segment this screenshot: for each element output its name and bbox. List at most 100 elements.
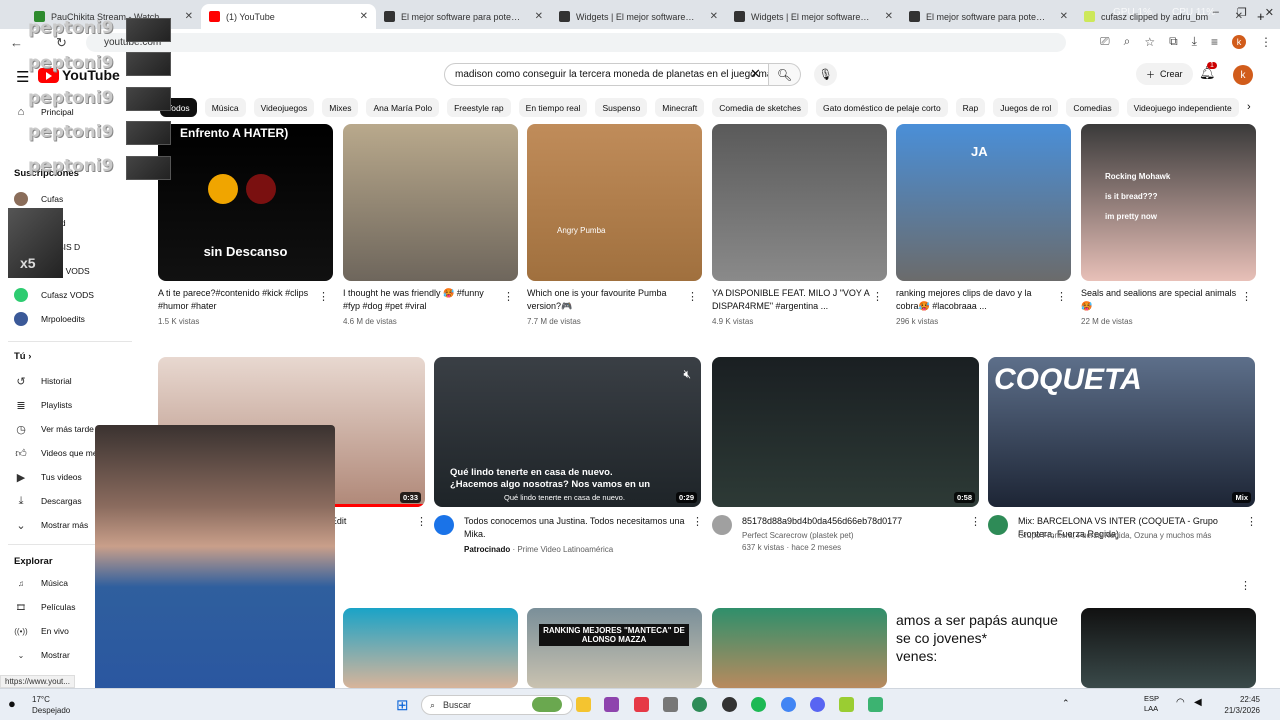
filter-chip[interactable]: Comedias [1066,98,1119,117]
create-button[interactable]: ＋ Crear [1136,63,1193,85]
browser-tab[interactable]: Widgets | El mejor software pa ✕ [551,4,726,29]
short-title[interactable]: ranking mejores clips de davo y la cobra… [896,287,1054,312]
filter-chip[interactable]: Ana María Polo [366,98,440,117]
more-options-icon[interactable]: ⋮ [1246,515,1257,528]
short-thumbnail[interactable] [343,124,518,281]
app-icon[interactable] [868,697,883,712]
filter-chip[interactable]: Freestyle rap [447,98,511,117]
app-icon[interactable] [663,697,678,712]
volume-icon[interactable]: ◀ [1194,697,1202,708]
channel-name[interactable]: Prime Video Latinoamérica [517,545,613,554]
channel-avatar[interactable] [712,515,732,535]
tray-arrow-icon[interactable]: ⌃ [1062,698,1070,709]
filter-chip[interactable]: Videojuegos [253,98,315,117]
spotify-icon[interactable] [751,697,766,712]
filter-chip[interactable]: Gato doméstico de pelaje corto [816,98,948,117]
user-avatar[interactable]: k [1233,65,1253,85]
more-options-icon[interactable]: ⋮ [1241,290,1252,303]
chrome-icon[interactable] [692,697,707,712]
short-title[interactable]: I thought he was friendly 🥵 #funny #fyp … [343,287,501,312]
video-thumbnail[interactable] [343,608,518,688]
filter-chip[interactable]: Comedia de sketches [712,98,809,117]
sidebar-item-subscription[interactable]: Cufas [14,191,63,207]
clear-search-icon[interactable]: ✕ [750,66,761,82]
browser-tab[interactable]: El mejor software para potencia ✕ [376,4,551,29]
browser-icon[interactable] [781,697,796,712]
more-options-icon[interactable]: ⋮ [1240,579,1251,592]
filter-chip[interactable]: En tiempo real [518,98,588,117]
sidebar-item-explorar[interactable]: ((•)) En vivo [14,623,69,639]
filter-chip[interactable]: Minecraft [655,98,705,117]
clock[interactable]: 22:45 21/3/2026 [1224,694,1260,716]
browser-tab[interactable]: (1) YouTube ✕ [201,4,376,29]
tab-close-icon[interactable]: ✕ [885,11,893,22]
video-title[interactable]: 85178d88a9bd4b0da456d66eb78d0177 [742,515,972,528]
search-button[interactable]: 🔍︎ [769,63,801,86]
short-thumbnail[interactable]: Angry Pumba [527,124,702,281]
windows-start-icon[interactable]: ⊞ [396,696,409,714]
video-thumbnail[interactable]: 0:58 [712,357,979,507]
tab-close-icon[interactable]: ✕ [360,11,368,22]
sidebar-item-tu[interactable]: ≣ Playlists [14,397,72,413]
video-thumbnail[interactable] [712,608,887,688]
profile-avatar[interactable]: k [1232,34,1246,49]
filter-chip[interactable]: Suspenso [595,98,648,117]
filter-chip[interactable]: Videojuego independiente [1126,98,1239,117]
filter-chip[interactable]: Mixes [322,98,359,117]
search-input[interactable]: madison como conseguir la tercera moneda… [444,63,769,86]
more-options-icon[interactable]: ⋮ [872,290,883,303]
app-icon[interactable] [604,697,619,712]
zoom-icon[interactable]: ⌕ [1124,34,1131,49]
video-title[interactable]: Todos conocemos una Justina. Todos neces… [464,515,694,540]
sidebar-item-subscription[interactable]: Mrpoloedits [14,311,85,327]
url-field[interactable]: youtube.com [86,33,1066,52]
discord-icon[interactable] [810,697,825,712]
video-thumbnail[interactable] [1081,608,1256,688]
video-thumbnail[interactable]: 0:29 Qué lindo tenerte en casa de nuevo. ¿… [434,357,701,507]
sidebar-item-tu[interactable]: ⌄ Mostrar más [14,517,88,533]
maximize-icon[interactable]: ❐ [1237,6,1247,19]
short-thumbnail[interactable]: Enfrento A HATER) sin Descanso [158,124,333,281]
sidebar-item-tu[interactable]: ◷ Ver más tarde [14,421,94,437]
tab-close-icon[interactable]: ✕ [710,11,718,22]
short-title[interactable]: YA DISPONIBLE FEAT. MILO J "VOY A DISPAR… [712,287,870,312]
sidebar-item-tu[interactable]: ⤓ Descargas [14,493,82,509]
weather-widget[interactable]: 17°C Despejado [32,694,70,716]
media-icon[interactable]: ≡ [1211,35,1218,49]
video-thumbnail[interactable]: Mix COQUETA [988,357,1255,507]
sidebar-item-explorar[interactable]: 🎞︎ Películas [14,599,76,615]
short-title[interactable]: Seals and sealions are special animals 🥵 [1081,287,1239,312]
tab-close-icon[interactable]: ✕ [1060,11,1068,22]
bookmark-star-icon[interactable]: ☆ [1144,35,1155,49]
more-options-icon[interactable]: ⋮ [318,290,329,303]
browser-tab[interactable]: El mejor software para potencia ✕ [901,4,1076,29]
more-options-icon[interactable]: ⋮ [970,515,981,528]
download-icon[interactable]: ⤓ [1192,34,1197,49]
voice-search-button[interactable]: 🎙︎ [814,63,837,86]
sidebar-item-subscription[interactable]: Cufasz VODS [14,287,94,303]
tab-close-icon[interactable]: ✕ [535,11,543,22]
cast-icon[interactable]: ⎚ [1100,34,1110,49]
sidebar-item-explorar[interactable]: ♫ Música [14,575,68,591]
sidebar-item-tu[interactable]: ▶ Tus videos [14,469,82,485]
short-title[interactable]: Which one is your favourite Pumba versio… [527,287,685,312]
more-options-icon[interactable]: ⋮ [416,515,427,528]
browser-tab[interactable]: Widgets | El mejor software pa ✕ [726,4,901,29]
menu-icon[interactable]: ⋮ [1260,35,1272,49]
tu-heading[interactable]: Tú › [14,351,31,362]
channel-name[interactable]: Grupo Frontera, Fuerza Regida, Ozuna y m… [1018,530,1211,541]
minimize-icon[interactable]: – [1213,6,1219,19]
chips-next-arrow-icon[interactable]: › [1247,101,1251,113]
more-options-icon[interactable]: ⋮ [692,515,703,528]
language-indicator[interactable]: ESP LAA [1144,694,1159,714]
widget-icon[interactable] [532,697,562,712]
file-explorer-icon[interactable] [576,697,591,712]
filter-chip[interactable]: Música [204,98,246,117]
channel-avatar[interactable] [988,515,1008,535]
channel-name[interactable]: Perfect Scarecrow (plastek pet) [742,530,854,541]
filter-chip[interactable]: Rap [955,98,986,117]
more-options-icon[interactable]: ⋮ [687,290,698,303]
close-window-icon[interactable]: ✕ [1265,6,1274,19]
mute-icon[interactable]: 🔇︎ [683,367,691,382]
short-thumbnail[interactable]: Rocking Mohawk is it bread??? im pretty no… [1081,124,1256,281]
